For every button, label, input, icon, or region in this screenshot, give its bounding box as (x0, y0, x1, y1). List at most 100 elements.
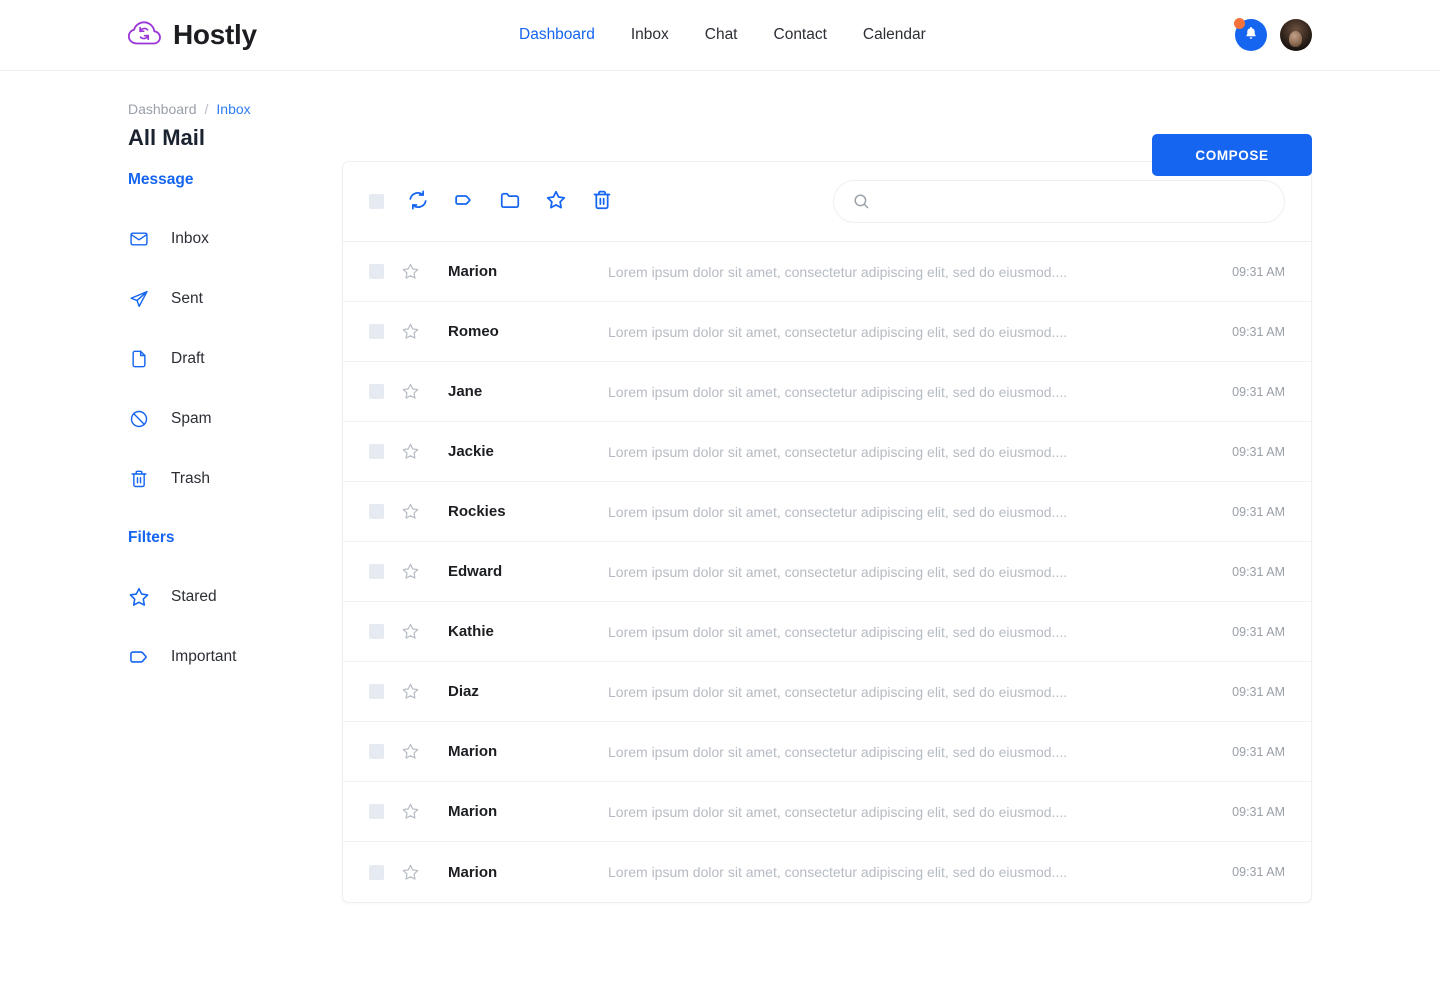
star-icon[interactable] (401, 442, 420, 461)
avatar[interactable] (1280, 19, 1312, 51)
table-row[interactable]: Edward Lorem ipsum dolor sit amet, conse… (343, 542, 1311, 602)
search-icon (852, 192, 871, 211)
row-checkbox[interactable] (369, 864, 384, 880)
header-actions (1234, 18, 1312, 51)
table-row[interactable]: Marion Lorem ipsum dolor sit amet, conse… (343, 242, 1311, 302)
table-row[interactable]: Marion Lorem ipsum dolor sit amet, conse… (343, 842, 1311, 902)
row-checkbox[interactable] (369, 384, 384, 399)
sender-name: Kathie (448, 623, 494, 640)
envelope-icon (128, 228, 150, 250)
refresh-icon (407, 189, 429, 214)
compose-button[interactable]: COMPOSE (1152, 134, 1312, 176)
sender-name: Romeo (448, 323, 499, 340)
table-row[interactable]: Romeo Lorem ipsum dolor sit amet, consec… (343, 302, 1311, 362)
delete-button[interactable] (589, 189, 614, 214)
page-body: Message Inbox Sent Draft Spam Trash Filt… (0, 161, 1440, 903)
table-row[interactable]: Jane Lorem ipsum dolor sit amet, consect… (343, 362, 1311, 422)
row-checkbox[interactable] (369, 564, 384, 579)
message-time: 09:31 AM (1232, 264, 1285, 279)
top-header: Hostly Dashboard Inbox Chat Contact Cale… (0, 0, 1440, 71)
sidebar-item-label: Draft (171, 350, 205, 367)
nav-item-contact[interactable]: Contact (774, 26, 827, 44)
tag-icon (453, 189, 475, 214)
sidebar-item-trash[interactable]: Trash (128, 459, 330, 499)
star-icon (545, 189, 567, 214)
notification-dot (1234, 18, 1245, 29)
star-icon[interactable] (401, 863, 420, 882)
sidebar-item-spam[interactable]: Spam (128, 399, 330, 439)
sender-name: Marion (448, 803, 498, 820)
star-icon[interactable] (401, 742, 420, 761)
table-row[interactable]: Jackie Lorem ipsum dolor sit amet, conse… (343, 422, 1311, 482)
message-preview: Lorem ipsum dolor sit amet, consectetur … (608, 623, 1068, 640)
row-checkbox[interactable] (369, 324, 384, 339)
sidebar: Message Inbox Sent Draft Spam Trash Filt… (128, 161, 330, 903)
message-preview: Lorem ipsum dolor sit amet, consectetur … (608, 443, 1068, 460)
cloud-sync-icon (127, 18, 162, 53)
message-preview: Lorem ipsum dolor sit amet, consectetur … (608, 864, 1068, 880)
message-preview: Lorem ipsum dolor sit amet, consectetur … (608, 323, 1068, 340)
message-time: 09:31 AM (1232, 504, 1285, 519)
table-row[interactable]: Rockies Lorem ipsum dolor sit amet, cons… (343, 482, 1311, 542)
star-icon[interactable] (401, 322, 420, 341)
sender-name: Marion (448, 743, 498, 760)
table-row[interactable]: Marion Lorem ipsum dolor sit amet, conse… (343, 782, 1311, 842)
row-checkbox[interactable] (369, 804, 384, 819)
table-row[interactable]: Diaz Lorem ipsum dolor sit amet, consect… (343, 662, 1311, 722)
breadcrumb-root[interactable]: Dashboard (128, 101, 197, 117)
ban-icon (128, 408, 150, 430)
sender-name: Jackie (448, 443, 494, 460)
star-icon[interactable] (401, 802, 420, 821)
sidebar-heading-message: Message (128, 171, 194, 188)
table-row[interactable]: Kathie Lorem ipsum dolor sit amet, conse… (343, 602, 1311, 662)
row-checkbox[interactable] (369, 444, 384, 459)
nav-item-dashboard[interactable]: Dashboard (519, 26, 595, 44)
sidebar-item-stared[interactable]: Stared (128, 577, 330, 617)
sidebar-item-label: Trash (171, 470, 211, 487)
star-icon[interactable] (401, 382, 420, 401)
search-box[interactable] (833, 180, 1285, 223)
star-icon[interactable] (401, 622, 420, 641)
row-checkbox[interactable] (369, 684, 384, 699)
sidebar-heading-filters: Filters (128, 529, 175, 546)
star-button[interactable] (543, 189, 568, 214)
table-row[interactable]: Marion Lorem ipsum dolor sit amet, conse… (343, 722, 1311, 782)
sidebar-item-inbox[interactable]: Inbox (128, 219, 330, 259)
star-icon[interactable] (401, 502, 420, 521)
refresh-button[interactable] (405, 189, 430, 214)
sidebar-item-important[interactable]: Important (128, 637, 330, 677)
row-checkbox[interactable] (369, 744, 384, 759)
sidebar-item-sent[interactable]: Sent (128, 279, 330, 319)
row-checkbox[interactable] (369, 504, 384, 519)
label-button[interactable] (451, 189, 476, 214)
message-preview: Lorem ipsum dolor sit amet, consectetur … (608, 683, 1068, 700)
paper-plane-icon (128, 288, 150, 310)
nav-item-chat[interactable]: Chat (705, 26, 738, 44)
move-to-folder-button[interactable] (497, 189, 522, 214)
breadcrumb: Dashboard / Inbox (128, 101, 1312, 117)
row-checkbox[interactable] (369, 264, 384, 279)
sidebar-item-draft[interactable]: Draft (128, 339, 330, 379)
nav-item-inbox[interactable]: Inbox (631, 26, 669, 44)
message-time: 09:31 AM (1232, 624, 1285, 639)
message-time: 09:31 AM (1232, 865, 1285, 879)
brand-logo[interactable]: Hostly (127, 18, 257, 53)
star-icon[interactable] (401, 682, 420, 701)
nav-item-calendar[interactable]: Calendar (863, 26, 926, 44)
message-preview: Lorem ipsum dolor sit amet, consectetur … (608, 503, 1068, 520)
row-checkbox[interactable] (369, 624, 384, 639)
notification-button[interactable] (1234, 18, 1267, 51)
sender-name: Jane (448, 383, 483, 400)
star-icon[interactable] (401, 262, 420, 281)
search-input[interactable] (881, 181, 1266, 222)
sender-name: Rockies (448, 503, 506, 520)
trash-icon (591, 189, 613, 214)
message-time: 09:31 AM (1232, 684, 1285, 699)
tag-icon (128, 646, 150, 668)
select-all-checkbox[interactable] (369, 194, 384, 209)
message-time: 09:31 AM (1232, 804, 1285, 819)
breadcrumb-current[interactable]: Inbox (216, 101, 250, 117)
mail-panel: Marion Lorem ipsum dolor sit amet, conse… (342, 161, 1312, 903)
star-icon[interactable] (401, 562, 420, 581)
message-preview: Lorem ipsum dolor sit amet, consectetur … (608, 743, 1068, 760)
